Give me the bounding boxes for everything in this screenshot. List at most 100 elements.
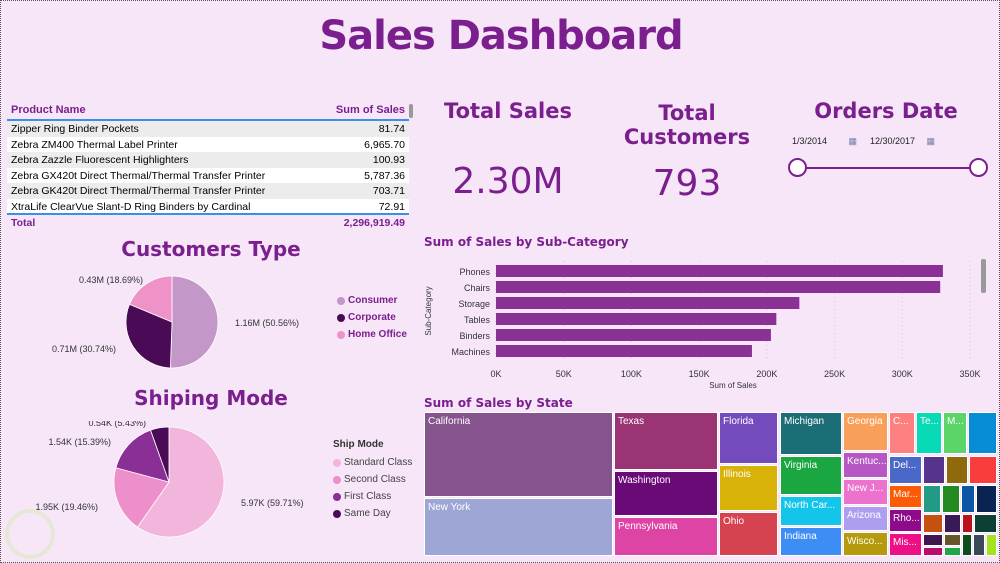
treemap-cell[interactable]: Washington xyxy=(614,471,718,516)
calendar-icon[interactable]: ▦ xyxy=(848,136,857,148)
treemap-cell[interactable]: Virginia xyxy=(780,456,842,495)
treemap-cell[interactable] xyxy=(946,456,968,484)
treemap-cell[interactable]: New J... xyxy=(843,479,888,505)
treemap-cell[interactable]: California xyxy=(424,412,613,497)
treemap-cell[interactable]: Wisco... xyxy=(843,532,888,556)
treemap-cell[interactable]: Illinois xyxy=(719,465,778,511)
legend-dot-icon xyxy=(333,509,341,518)
legend-item[interactable]: Consumer xyxy=(337,295,407,306)
date-slider-track[interactable] xyxy=(797,167,979,169)
bar[interactable] xyxy=(496,265,943,277)
table-row[interactable]: Zebra Zazzle Fluorescent Highlighters 100… xyxy=(7,152,409,168)
treemap-cell[interactable]: Te... xyxy=(916,412,942,454)
product-sales-table: Product Name Sum of Sales Zipper Ring Bin… xyxy=(7,101,409,231)
legend-item[interactable]: Same Day xyxy=(333,508,412,519)
table-row[interactable]: Zebra GK420t Direct Thermal/Thermal Tran… xyxy=(7,183,409,199)
treemap-cell[interactable]: M... xyxy=(943,412,967,454)
bar[interactable] xyxy=(496,329,771,341)
bar[interactable] xyxy=(496,297,800,309)
date-slider-start-handle[interactable] xyxy=(788,158,807,177)
treemap-cell[interactable]: Kentuc... xyxy=(843,452,888,478)
bar[interactable] xyxy=(496,281,941,293)
treemap-cell[interactable] xyxy=(944,534,961,546)
ship-mode-data-label: 1.95K (19.46%) xyxy=(35,502,98,512)
x-axis-label: Sum of Sales xyxy=(709,381,757,390)
treemap-cell[interactable] xyxy=(973,534,985,556)
table-row[interactable]: Zebra GX420t Direct Thermal/Thermal Tran… xyxy=(7,167,409,183)
treemap-cell[interactable]: Del... xyxy=(889,456,922,484)
table-row[interactable]: Zebra ZM400 Thermal Label Printer 6,965.7… xyxy=(7,136,409,152)
treemap-cell[interactable] xyxy=(923,485,941,513)
legend-item[interactable]: Home Office xyxy=(337,329,407,340)
treemap-cell[interactable] xyxy=(923,547,943,556)
treemap-cell[interactable]: Rho... xyxy=(889,509,922,532)
customers-type-legend: Consumer Corporate Home Office xyxy=(337,295,407,340)
state-label: M... xyxy=(947,416,964,427)
x-tick-label: 0K xyxy=(490,369,501,379)
treemap-cell[interactable]: Mar... xyxy=(889,485,922,508)
x-tick-label: 50K xyxy=(556,369,572,379)
x-tick-label: 250K xyxy=(824,369,845,379)
state-label: Illinois xyxy=(723,469,751,480)
treemap-cell[interactable] xyxy=(962,534,972,556)
treemap-cell[interactable] xyxy=(986,534,997,556)
treemap-cell[interactable] xyxy=(962,514,973,533)
ship-mode-title: Shiping Mode xyxy=(134,386,288,410)
column-header-sales[interactable]: Sum of Sales xyxy=(336,104,405,116)
state-label: Michigan xyxy=(784,416,825,427)
treemap-cell[interactable] xyxy=(942,485,960,513)
state-label: Wisco... xyxy=(847,536,883,547)
treemap-cell[interactable]: Mis... xyxy=(889,533,922,556)
table-row[interactable]: XtraLife ClearVue Slant-D Ring Binders b… xyxy=(7,198,409,213)
start-date-input[interactable]: 1/3/2014 ▦ xyxy=(787,134,862,150)
bar[interactable] xyxy=(496,345,752,357)
treemap-cell[interactable]: Florida xyxy=(719,412,778,464)
legend-item[interactable]: Standard Class xyxy=(333,457,412,468)
treemap-cell[interactable] xyxy=(961,485,975,513)
customers-type-data-label: 1.16M (50.56%) xyxy=(235,318,299,328)
date-slider-end-handle[interactable] xyxy=(969,158,988,177)
treemap-cell[interactable] xyxy=(968,412,997,454)
treemap-cell[interactable]: Indiana xyxy=(780,527,842,556)
treemap-cell[interactable] xyxy=(969,456,997,484)
x-tick-label: 350K xyxy=(959,369,980,379)
table-row[interactable]: Zipper Ring Binder Pockets 81.74 xyxy=(7,121,409,137)
treemap-cell[interactable] xyxy=(923,456,945,484)
treemap-cell[interactable] xyxy=(974,514,997,533)
legend-item[interactable]: Corporate xyxy=(337,312,407,323)
customers-type-data-label: 0.43M (18.69%) xyxy=(79,275,143,285)
sales-value: 81.74 xyxy=(378,123,405,135)
table-scrollbar[interactable] xyxy=(409,104,413,118)
ship-mode-legend-title: Ship Mode xyxy=(333,439,384,450)
y-tick-label: Binders xyxy=(459,331,490,341)
treemap-cell[interactable]: C... xyxy=(889,412,915,454)
treemap-cell[interactable]: Georgia xyxy=(843,412,888,451)
state-label: Texas xyxy=(618,416,645,427)
customers-type-slice[interactable] xyxy=(169,275,219,369)
treemap-cell[interactable] xyxy=(944,547,961,556)
treemap-cell[interactable] xyxy=(923,514,943,533)
legend-item[interactable]: First Class xyxy=(333,491,412,502)
legend-item[interactable]: Second Class xyxy=(333,474,412,485)
treemap-cell[interactable]: Ohio xyxy=(719,512,778,556)
legend-label: Corporate xyxy=(348,312,396,323)
y-tick-label: Phones xyxy=(459,267,490,277)
end-date-input[interactable]: 12/30/2017 ▦ xyxy=(865,134,940,150)
treemap-cell[interactable] xyxy=(923,534,943,546)
treemap-cell[interactable]: Michigan xyxy=(780,412,842,455)
treemap-cell[interactable] xyxy=(976,485,997,513)
bar-chart-scrollbar[interactable] xyxy=(981,259,986,293)
sales-value: 5,787.36 xyxy=(364,169,405,182)
treemap-cell[interactable]: Pennsylvania xyxy=(614,517,718,556)
treemap-cell[interactable]: New York xyxy=(424,498,613,556)
treemap-cell[interactable]: Texas xyxy=(614,412,718,470)
y-axis-label: Sub-Category xyxy=(424,286,433,335)
treemap-cell[interactable] xyxy=(944,514,961,533)
treemap-cell[interactable]: Arizona xyxy=(843,506,888,531)
bar[interactable] xyxy=(496,313,777,325)
state-label: Mar... xyxy=(893,489,919,500)
calendar-icon[interactable]: ▦ xyxy=(926,136,935,148)
treemap-cell[interactable]: North Car... xyxy=(780,496,842,526)
product-name: Zebra GK420t Direct Thermal/Thermal Tran… xyxy=(11,185,266,197)
column-header-product[interactable]: Product Name xyxy=(11,104,86,116)
